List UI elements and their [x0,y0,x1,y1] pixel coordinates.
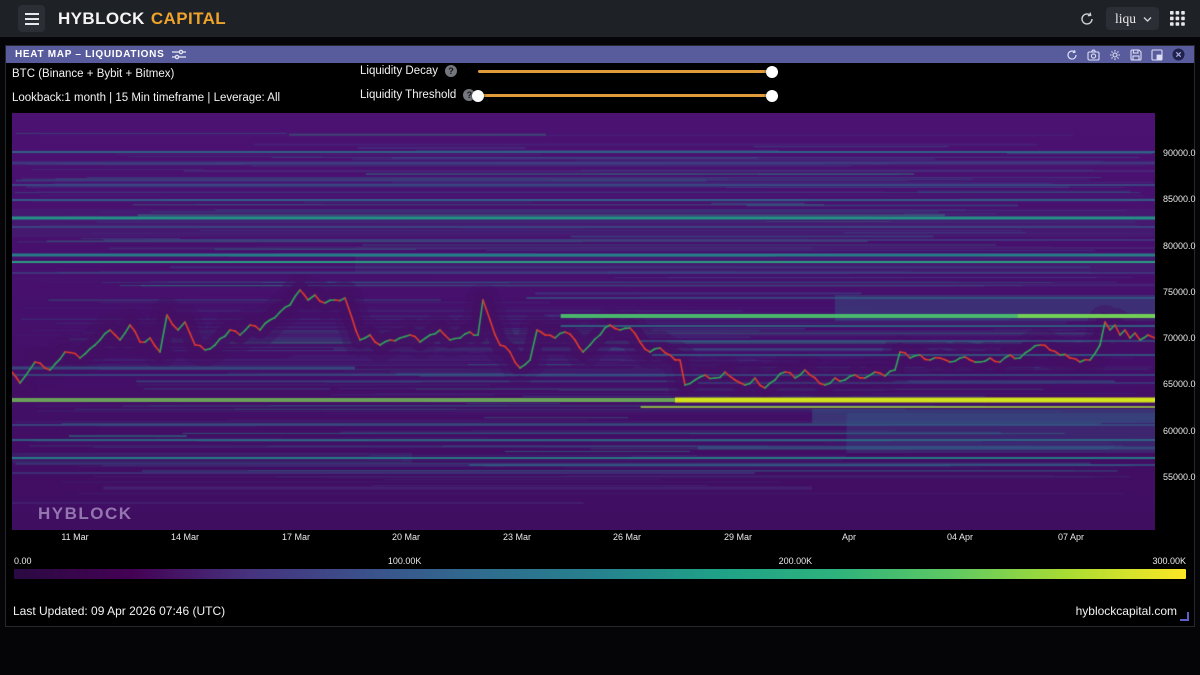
menu-button[interactable] [18,5,45,32]
chevron-down-icon [1143,16,1152,22]
x-axis-label: 07 Apr [1058,532,1084,542]
topbar-actions: liqu [1079,7,1185,30]
x-axis-label: 29 Mar [724,532,752,542]
widget-refresh-button[interactable] [1066,49,1078,61]
help-icon[interactable]: ? [445,65,457,77]
close-icon [1172,48,1185,61]
liquidity-decay-slider[interactable] [478,70,772,73]
refresh-icon [1079,11,1095,27]
y-axis-label: 60000.0 [1163,426,1196,436]
export-image-icon [1151,49,1163,61]
gear-icon [1109,49,1121,61]
y-axis-label: 85000.0 [1163,194,1196,204]
filter-sliders-icon[interactable] [172,49,186,60]
colorbar-gradient [14,569,1186,579]
x-axis-label: 17 Mar [282,532,310,542]
widget-header: HEAT MAP – LIQUIDATIONS [6,46,1194,63]
liquidity-threshold-label-row: Liquidity Threshold ? [360,88,475,102]
settings-summary: Lookback:1 month | 15 Min timeframe | Le… [12,86,280,110]
apps-grid-icon [1170,11,1185,26]
x-axis-label: 20 Mar [392,532,420,542]
colorbar-label: 0.00 [14,556,32,566]
x-axis-label: Apr [842,532,856,542]
close-widget-button[interactable] [1172,48,1185,61]
heatmap-widget: HEAT MAP – LIQUIDATIONS [5,45,1195,627]
symbol-search-dropdown[interactable]: liqu [1106,7,1159,30]
liquidity-decay-handle[interactable] [766,66,778,78]
brand-logo[interactable]: HYBLOCK CAPITAL [58,9,226,29]
y-axis: 90000.0 85000.0 80000.0 75000.0 70000.0 65000… [1157,113,1199,530]
y-axis-label: 65000.0 [1163,379,1196,389]
liquidity-decay-label: Liquidity Decay [360,65,438,77]
x-axis: 11 Mar 14 Mar 17 Mar 20 Mar 23 Mar 26 Mar 29 M… [12,532,1155,544]
liquidation-heatmap-canvas[interactable] [12,113,1155,530]
y-axis-label: 75000.0 [1163,287,1196,297]
liquidity-threshold-high-handle[interactable] [766,90,778,102]
export-image-button[interactable] [1151,49,1163,61]
colorbar-labels: 0.00 100.00K 200.00K 300.00K [14,556,1186,568]
colorbar-label: 300.00K [1152,556,1186,566]
x-axis-label: 23 Mar [503,532,531,542]
chart-info: BTC (Binance + Bybit + Bitmex) Lookback:… [12,62,280,110]
widget-header-actions [1066,48,1185,61]
y-axis-label: 55000.0 [1163,472,1196,482]
save-button[interactable] [1130,49,1142,61]
widget-refresh-icon [1066,49,1078,61]
x-axis-label: 26 Mar [613,532,641,542]
hamburger-icon [25,18,39,20]
widget-title: HEAT MAP – LIQUIDATIONS [15,49,164,60]
liquidity-decay-label-row: Liquidity Decay ? [360,64,457,78]
colorbar-label: 200.00K [779,556,813,566]
colorbar-label: 100.00K [388,556,422,566]
save-icon [1130,49,1142,61]
resize-handle[interactable] [1180,612,1189,621]
brand-primary: HYBLOCK [58,9,145,29]
symbol-search-value: liqu [1115,11,1136,27]
x-axis-label: 11 Mar [61,532,88,542]
topbar: HYBLOCK CAPITAL liqu [0,0,1200,37]
y-axis-label: 70000.0 [1163,333,1196,343]
settings-button[interactable] [1109,49,1121,61]
apps-grid-button[interactable] [1170,11,1185,26]
y-axis-label: 80000.0 [1163,241,1196,251]
screenshot-button[interactable] [1087,49,1100,61]
refresh-button[interactable] [1079,11,1095,27]
liquidity-threshold-label: Liquidity Threshold [360,89,456,101]
instrument-label: BTC (Binance + Bybit + Bitmex) [12,62,280,86]
camera-icon [1087,49,1100,61]
x-axis-label: 14 Mar [171,532,199,542]
site-link[interactable]: hyblockcapital.com [1076,604,1177,618]
brand-secondary: CAPITAL [151,9,226,29]
y-axis-label: 90000.0 [1163,148,1196,158]
liquidity-threshold-slider[interactable] [478,94,772,97]
liquidity-threshold-low-handle[interactable] [472,90,484,102]
last-updated-label: Last Updated: 09 Apr 2026 07:46 (UTC) [13,604,225,618]
x-axis-label: 04 Apr [947,532,973,542]
